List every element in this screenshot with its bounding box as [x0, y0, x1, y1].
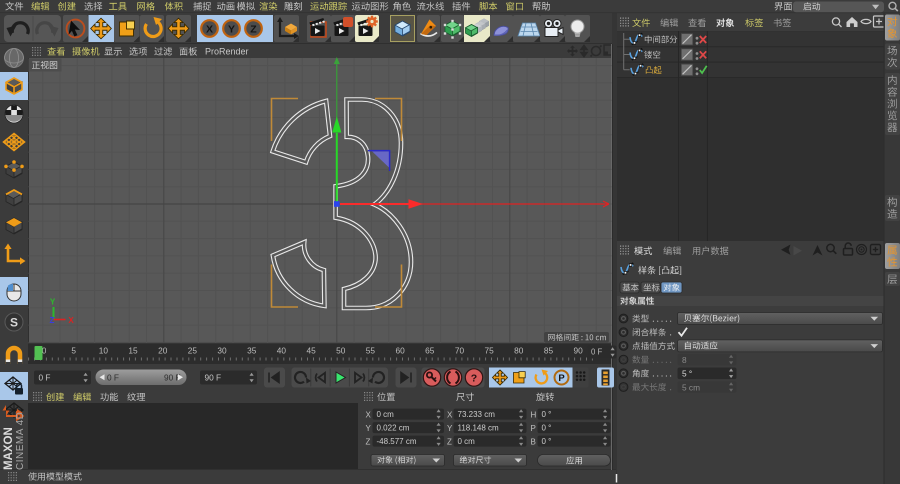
svg-text:0 °: 0 °: [542, 424, 552, 433]
svg-text:10: 10: [99, 346, 109, 356]
svg-text:X: X: [68, 316, 74, 325]
svg-text:P: P: [558, 373, 565, 384]
svg-text:0.022 cm: 0.022 cm: [377, 424, 410, 433]
svg-text:60: 60: [395, 346, 405, 356]
svg-text:Y: Y: [366, 424, 372, 433]
svg-text:75: 75: [485, 346, 495, 356]
svg-text:Y: Y: [447, 424, 453, 433]
svg-text:CINEMA 4D: CINEMA 4D: [15, 412, 26, 470]
svg-text:65: 65: [425, 346, 435, 356]
svg-text:118.148 cm: 118.148 cm: [458, 424, 500, 433]
svg-text:Z: Z: [50, 316, 55, 325]
svg-text:5 °: 5 °: [682, 369, 692, 379]
svg-text:0 cm: 0 cm: [458, 437, 476, 446]
svg-text:40: 40: [277, 346, 287, 356]
svg-text:0 cm: 0 cm: [377, 410, 395, 419]
svg-text:0 F: 0 F: [107, 372, 119, 382]
svg-text:5: 5: [71, 346, 76, 356]
svg-text:70: 70: [455, 346, 465, 356]
svg-text:B: B: [531, 437, 536, 446]
svg-text:P: P: [531, 424, 536, 433]
svg-text:85: 85: [544, 346, 554, 356]
svg-text:35: 35: [247, 346, 257, 356]
svg-text:X: X: [366, 410, 372, 419]
svg-text:Y: Y: [228, 23, 235, 35]
svg-text:Z: Z: [366, 437, 371, 446]
svg-text:ProRender: ProRender: [205, 47, 249, 57]
svg-text:X: X: [447, 410, 453, 419]
svg-text:S: S: [10, 316, 18, 330]
svg-text:-48.577 cm: -48.577 cm: [377, 437, 417, 446]
svg-text:73.233 cm: 73.233 cm: [458, 410, 496, 419]
svg-text:Z: Z: [250, 23, 257, 35]
svg-text:5 cm: 5 cm: [682, 382, 700, 392]
svg-text:MAXON: MAXON: [3, 427, 15, 470]
svg-text:50: 50: [336, 346, 346, 356]
svg-text:90: 90: [574, 346, 584, 356]
svg-text:8: 8: [682, 355, 687, 365]
svg-text:55: 55: [366, 346, 376, 356]
svg-text:H: H: [531, 410, 537, 419]
svg-text:0 °: 0 °: [542, 410, 552, 419]
svg-text:15: 15: [128, 346, 138, 356]
svg-text:90 F: 90 F: [205, 373, 222, 383]
svg-text:30: 30: [217, 346, 227, 356]
svg-text:Y: Y: [50, 298, 56, 307]
svg-text:Z: Z: [447, 437, 452, 446]
svg-text:?: ?: [471, 372, 477, 384]
svg-text:20: 20: [158, 346, 168, 356]
svg-text:25: 25: [188, 346, 198, 356]
svg-text:0 F: 0 F: [591, 348, 603, 357]
svg-text:X: X: [206, 23, 213, 35]
svg-text:0 F: 0 F: [39, 373, 51, 383]
svg-text:45: 45: [306, 346, 316, 356]
svg-text:0 °: 0 °: [542, 437, 552, 446]
svg-text:80: 80: [514, 346, 524, 356]
